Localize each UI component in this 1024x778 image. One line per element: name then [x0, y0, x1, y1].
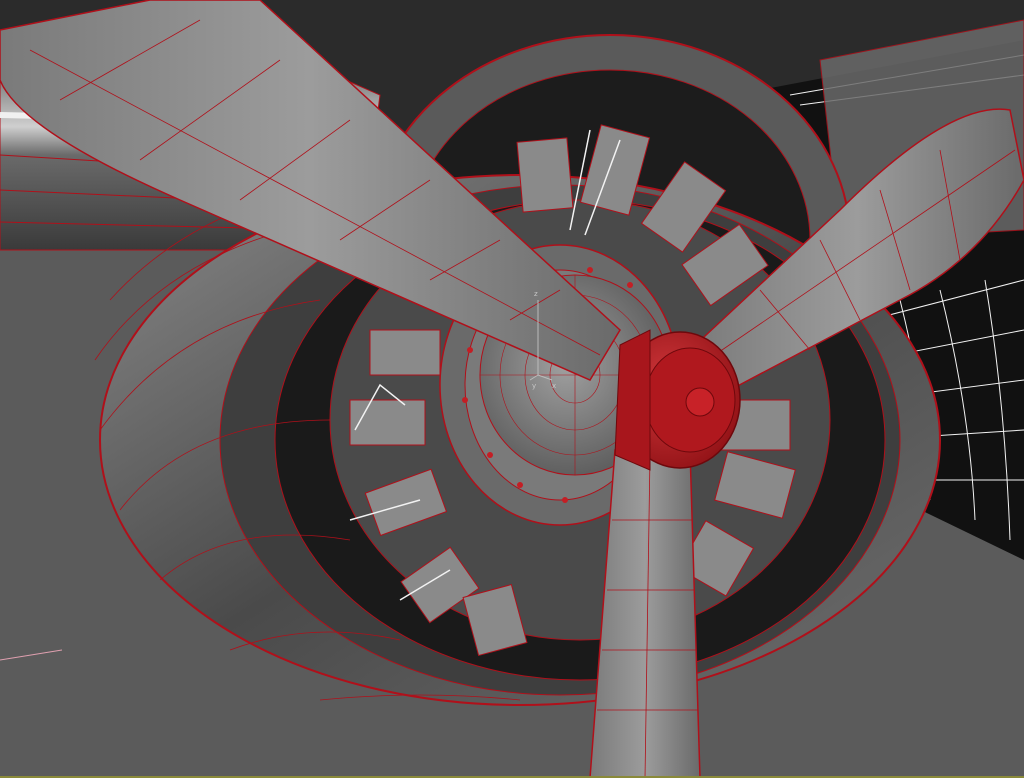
gizmo-z-label: z [534, 290, 538, 298]
selected-hub-icon [685, 387, 715, 417]
3d-viewport[interactable]: z y x [0, 0, 1024, 778]
viewport-canvas[interactable]: z y x [0, 0, 1024, 778]
gizmo-x-label: x [552, 382, 556, 390]
propeller-hub-selected[interactable] [614, 329, 741, 471]
gizmo-y-label: y [532, 382, 536, 390]
